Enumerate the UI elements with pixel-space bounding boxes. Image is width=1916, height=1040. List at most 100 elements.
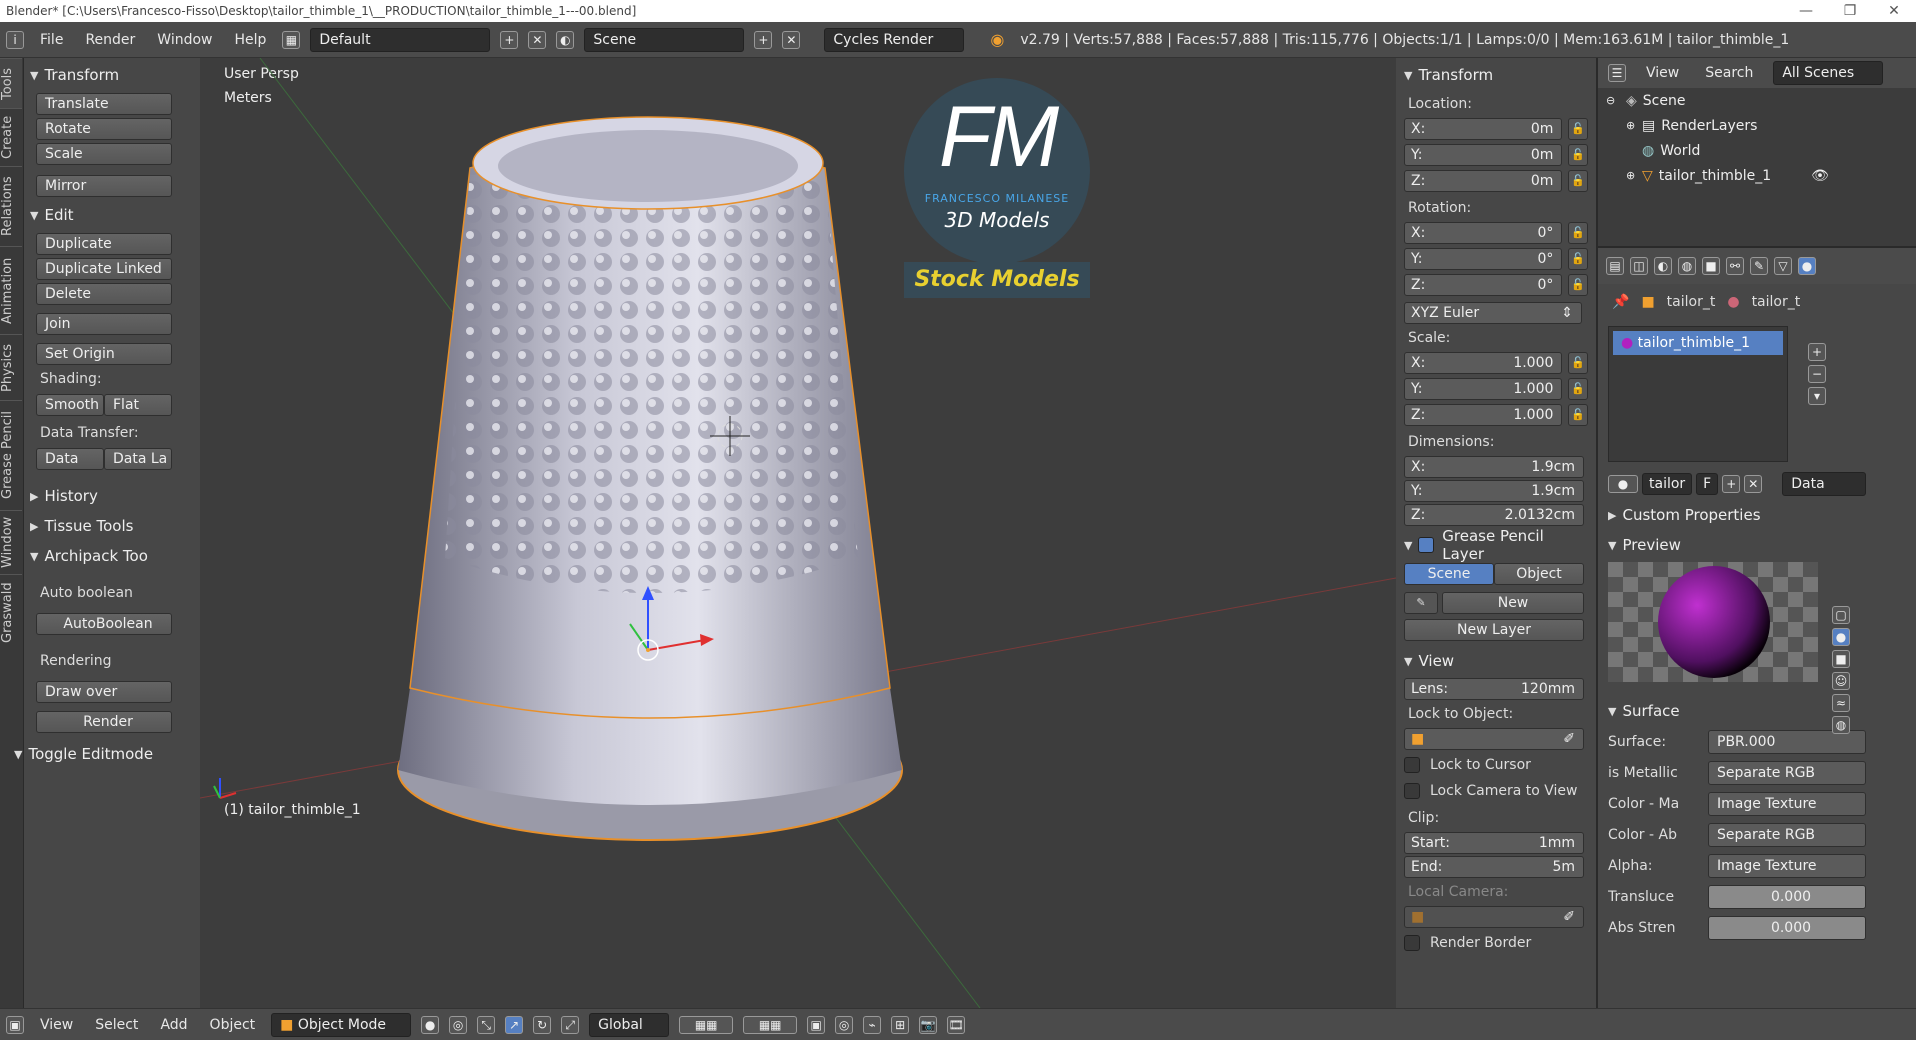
new-layer-button[interactable]: New Layer <box>1404 619 1584 641</box>
tab-animation[interactable]: Animation <box>0 246 22 334</box>
menu-view[interactable]: View <box>34 1017 79 1033</box>
remove-layout-icon[interactable]: ✕ <box>528 30 547 49</box>
minimize-button[interactable]: — <box>1784 3 1828 19</box>
gp-new-button[interactable]: New <box>1442 592 1584 614</box>
display-mode-dropdown[interactable]: All Scenes <box>1773 61 1884 85</box>
layout-grid-icon[interactable]: ▦ <box>282 30 301 49</box>
maximize-button[interactable]: ❐ <box>1828 3 1872 19</box>
rotate-manipulator-icon[interactable]: ↻ <box>533 1015 552 1034</box>
join-button[interactable]: Join <box>36 313 172 335</box>
lock-object-field[interactable]: ■ ✐ <box>1404 728 1584 750</box>
slot-menu-icon[interactable]: ▾ <box>1808 387 1826 405</box>
outliner-item-renderlayers[interactable]: ⊕ ▤ RenderLayers <box>1598 113 1916 138</box>
tab-window[interactable]: Window <box>0 510 22 574</box>
menu-render[interactable]: Render <box>79 32 141 48</box>
scale-button[interactable]: Scale <box>36 143 172 165</box>
mirror-button[interactable]: Mirror <box>36 175 172 197</box>
gp-object-button[interactable]: Object <box>1494 563 1584 585</box>
tissue-tools-panel-header[interactable]: ▶ Tissue Tools <box>30 511 194 541</box>
snap-icon[interactable]: ⌁ <box>863 1015 882 1034</box>
lens-field[interactable]: Lens: 120mm <box>1404 678 1584 700</box>
world-tab-icon[interactable]: ◍ <box>1678 257 1696 275</box>
surface-header[interactable]: ▼ Surface <box>1598 696 1916 726</box>
eyedropper-icon[interactable]: ✐ <box>1563 909 1575 925</box>
rotation-mode-dropdown[interactable]: XYZ Euler ⇕ <box>1404 302 1582 324</box>
menu-file[interactable]: File <box>34 32 69 48</box>
edit-panel-header[interactable]: ▼ Edit <box>30 200 194 230</box>
remove-scene-icon[interactable]: ✕ <box>782 30 801 49</box>
scale-y-field[interactable]: Y: 1.000 <box>1404 378 1563 400</box>
abs-strength-slider[interactable]: 0.000 <box>1708 915 1866 940</box>
rotation-z-field[interactable]: Z: 0° <box>1404 274 1563 296</box>
snap-element-icon[interactable]: ⊞ <box>891 1015 910 1034</box>
editor-type-icon[interactable]: ▣ <box>6 1015 24 1034</box>
menu-select[interactable]: Select <box>89 1017 144 1033</box>
preview-hair-icon[interactable]: ≈ <box>1832 694 1850 712</box>
info-editor-icon[interactable]: i <box>6 30 24 49</box>
grease-pencil-panel-header[interactable]: ▼ Grease Pencil Layer <box>1404 527 1588 563</box>
layers-grid-icon[interactable]: ▦▦ <box>679 1015 734 1034</box>
translate-button[interactable]: Translate <box>36 93 172 115</box>
smooth-button[interactable]: Smooth <box>36 394 104 416</box>
outliner-view-menu[interactable]: View <box>1640 65 1685 81</box>
constraints-tab-icon[interactable]: ⚯ <box>1726 257 1744 275</box>
new-material-icon[interactable]: + <box>1722 475 1741 493</box>
menu-window[interactable]: Window <box>151 32 218 48</box>
modifiers-tab-icon[interactable]: ✎ <box>1750 257 1768 275</box>
properties-editor-icon[interactable]: ▤ <box>1606 257 1624 275</box>
data-layers-button[interactable]: Data La <box>104 448 172 470</box>
preview-sphere-icon[interactable]: ● <box>1832 628 1850 646</box>
visibility-eye-icon[interactable]: 👁 <box>1811 168 1829 184</box>
lock-icon[interactable]: 🔓 <box>1568 248 1588 270</box>
scale-x-field[interactable]: X: 1.000 <box>1404 352 1563 374</box>
duplicate-button[interactable]: Duplicate <box>36 233 172 255</box>
add-scene-icon[interactable]: + <box>754 30 773 49</box>
lock-to-cursor-toggle[interactable]: Lock to Cursor <box>1404 752 1588 778</box>
render-tab-icon[interactable]: ◫ <box>1630 257 1648 275</box>
archipack-panel-header[interactable]: ▼ Archipack Too <box>30 541 194 571</box>
lock-icon[interactable]: 🔓 <box>1568 222 1588 244</box>
tab-relations[interactable]: Relations <box>0 166 22 246</box>
layout-selector[interactable]: Default <box>310 27 491 52</box>
location-z-field[interactable]: Z: 0m <box>1404 170 1563 192</box>
set-origin-dropdown[interactable]: Set Origin <box>36 343 172 365</box>
is-metallic-input[interactable]: Separate RGB <box>1708 760 1866 785</box>
material-tab-icon[interactable]: ● <box>1798 257 1816 275</box>
view-panel-header[interactable]: ▼ View <box>1404 646 1588 676</box>
delete-button[interactable]: Delete <box>36 283 172 305</box>
pencil-icon[interactable]: ✎ <box>1404 592 1438 614</box>
location-y-field[interactable]: Y: 0m <box>1404 144 1563 166</box>
draw-over-dropdown[interactable]: Draw over <box>36 681 172 703</box>
rotation-y-field[interactable]: Y: 0° <box>1404 248 1563 270</box>
dimension-z-field[interactable]: Z: 2.0132cm <box>1404 504 1584 526</box>
lock-icon[interactable]: 🔓 <box>1568 170 1588 192</box>
viewport-shading-icon[interactable]: ● <box>421 1015 440 1034</box>
history-panel-header[interactable]: ▶ History <box>30 481 194 511</box>
preview-world-icon[interactable]: ◍ <box>1832 716 1850 734</box>
transform-orientation-dropdown[interactable]: Global <box>589 1012 670 1037</box>
outliner-search-menu[interactable]: Search <box>1699 65 1759 81</box>
rotate-button[interactable]: Rotate <box>36 118 172 140</box>
material-browse-icon[interactable]: ● <box>1608 475 1638 493</box>
unlink-material-icon[interactable]: ✕ <box>1744 475 1763 493</box>
layers-grid-2-icon[interactable]: ▦▦ <box>743 1015 798 1034</box>
data-tab-icon[interactable]: ▽ <box>1774 257 1792 275</box>
render-button[interactable]: Render <box>36 711 172 733</box>
mode-dropdown[interactable]: ■ Object Mode <box>271 1012 412 1037</box>
opengl-anim-icon[interactable]: 🎞 <box>947 1015 966 1034</box>
location-x-field[interactable]: X: 0m <box>1404 118 1563 140</box>
lock-icon[interactable]: 🔓 <box>1568 144 1588 166</box>
remove-slot-icon[interactable]: − <box>1808 365 1826 383</box>
checkbox[interactable] <box>1404 935 1420 951</box>
duplicate-linked-button[interactable]: Duplicate Linked <box>36 258 172 280</box>
scene-selector[interactable]: Scene <box>584 27 745 52</box>
tab-tools[interactable]: Tools <box>0 58 22 108</box>
pin-icon[interactable]: 📌 <box>1612 294 1629 310</box>
preview-header[interactable]: ▼ Preview <box>1598 530 1916 560</box>
scene-icon[interactable]: ◐ <box>556 30 575 49</box>
collapse-icon[interactable]: ⊖ <box>1606 94 1626 107</box>
material-slot-item[interactable]: ● tailor_thimble_1 <box>1613 331 1783 355</box>
color-ma-input[interactable]: Image Texture <box>1708 791 1866 816</box>
gp-scene-button[interactable]: Scene <box>1404 563 1494 585</box>
menu-add[interactable]: Add <box>154 1017 193 1033</box>
